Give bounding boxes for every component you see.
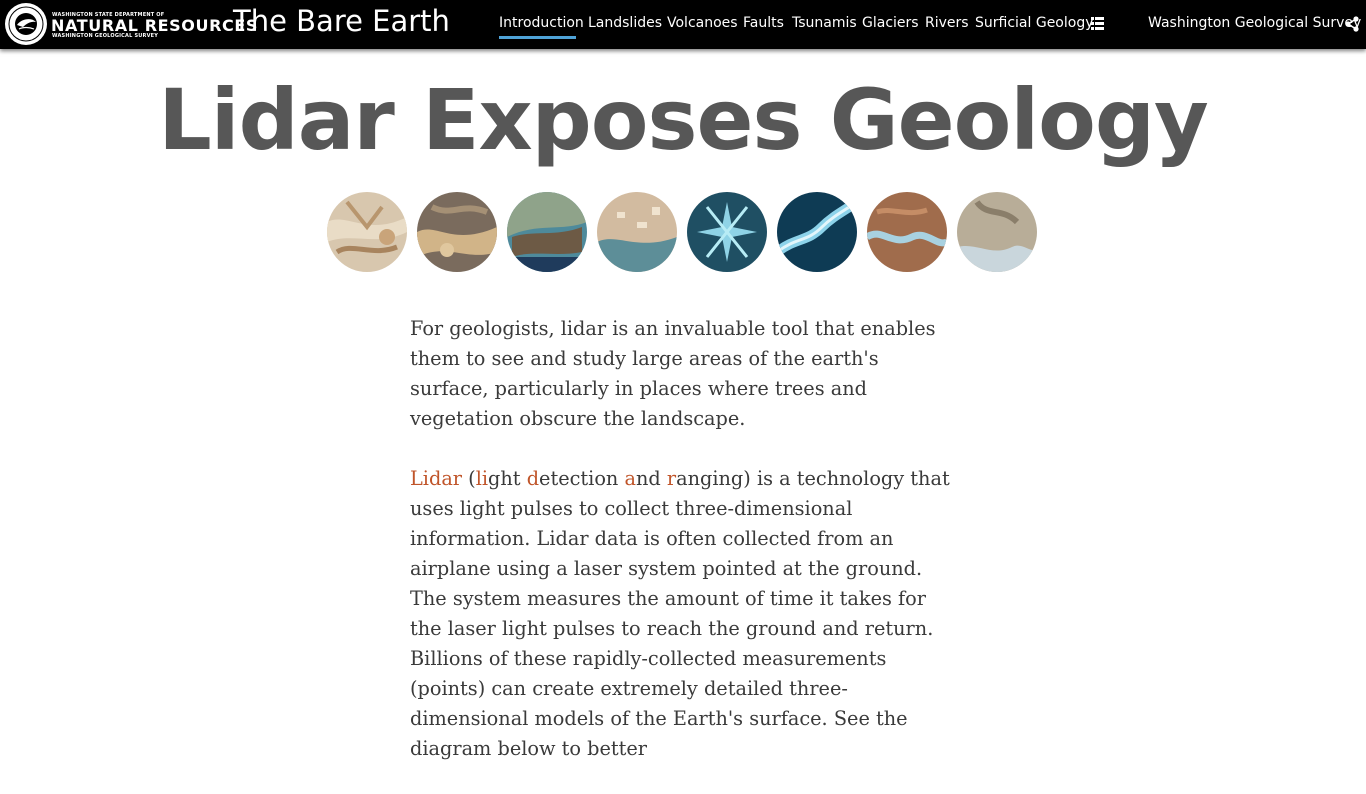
nav-glaciers[interactable]: Glaciers bbox=[862, 15, 919, 31]
lidar-description: is a technology that uses light pulses t… bbox=[410, 467, 950, 760]
nav-surficial-geology[interactable]: Surficial Geology bbox=[975, 15, 1094, 31]
nav-volcanoes[interactable]: Volcanoes bbox=[667, 15, 738, 31]
acronym-letter-d: d bbox=[526, 467, 540, 490]
volcanoes-thumbnail[interactable] bbox=[417, 192, 497, 272]
top-navbar: WASHINGTON STATE DEPARTMENT OF NATURAL R… bbox=[0, 0, 1366, 49]
nav-rivers[interactable]: Rivers bbox=[925, 15, 969, 31]
logo-line-survey: WASHINGTON GEOLOGICAL SURVEY bbox=[52, 33, 159, 39]
active-tab-indicator bbox=[499, 36, 576, 39]
lidar-term: Lidar bbox=[410, 467, 463, 490]
landslides-thumbnail[interactable] bbox=[327, 192, 407, 272]
coast-thumbnail[interactable] bbox=[957, 192, 1037, 272]
acronym-letter-r: r bbox=[666, 467, 677, 490]
acronym-open: ( bbox=[468, 467, 476, 490]
article-body: For geologists, lidar is an invaluable t… bbox=[410, 314, 960, 794]
dnr-seal-icon[interactable] bbox=[5, 3, 47, 45]
lidar-definition-paragraph: Lidar (light detection and ranging) is a… bbox=[410, 464, 960, 764]
acronym-rest-r: anging) bbox=[676, 467, 751, 490]
tsunamis-thumbnail[interactable] bbox=[597, 192, 677, 272]
nav-tsunamis[interactable]: Tsunamis bbox=[792, 15, 857, 31]
acronym-rest-d: etection bbox=[539, 467, 625, 490]
share-icon[interactable] bbox=[1344, 16, 1360, 32]
intro-paragraph: For geologists, lidar is an invaluable t… bbox=[410, 317, 936, 430]
rivers-thumbnail[interactable] bbox=[777, 192, 857, 272]
site-title[interactable]: The Bare Earth bbox=[233, 4, 450, 38]
acronym-rest-l: ght bbox=[488, 467, 527, 490]
list-grid-icon[interactable] bbox=[1091, 17, 1104, 30]
nav-introduction[interactable]: Introduction bbox=[499, 15, 584, 31]
surficial-geology-thumbnail[interactable] bbox=[867, 192, 947, 272]
glaciers-thumbnail[interactable] bbox=[687, 192, 767, 272]
acronym-letter-a: a bbox=[624, 467, 636, 490]
acronym-letter-l: li bbox=[475, 467, 489, 490]
faults-thumbnail[interactable] bbox=[507, 192, 587, 272]
page-headline: Lidar Exposes Geology bbox=[158, 71, 1208, 169]
washington-geological-survey-link[interactable]: Washington Geological Survey bbox=[1148, 15, 1361, 31]
nav-landslides[interactable]: Landslides bbox=[588, 15, 662, 31]
nav-faults[interactable]: Faults bbox=[743, 15, 784, 31]
acronym-rest-a: nd bbox=[635, 467, 667, 490]
topic-thumbnails bbox=[327, 192, 1047, 272]
